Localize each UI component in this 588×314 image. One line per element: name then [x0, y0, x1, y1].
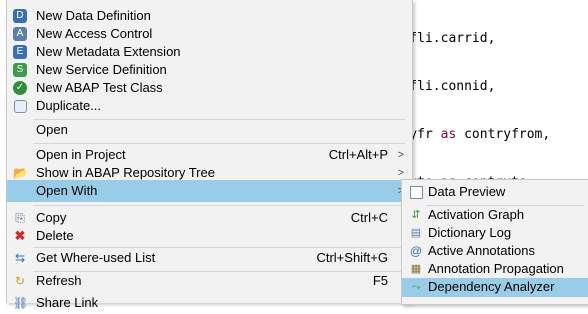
submenu-item-dictionary-log[interactable]: ▤ Dictionary Log — [402, 224, 588, 242]
copy-icon: ⎘ — [15, 211, 25, 225]
menu-item-open[interactable]: Open — [7, 119, 412, 141]
menu-item-duplicate[interactable]: Duplicate... — [7, 95, 412, 117]
annotations-icon: @ — [409, 244, 423, 258]
duplicate-icon — [14, 100, 27, 113]
dictionary-log-icon: ▤ — [410, 227, 422, 239]
submenu-item-annotation-propagation[interactable]: ▦ Annotation Propagation — [402, 260, 588, 278]
refresh-icon: ↻ — [14, 274, 26, 288]
context-menu: D New Data Definition A New Access Contr… — [6, 0, 413, 310]
activation-graph-icon: ⇵ — [411, 209, 421, 221]
annotation-propagation-icon: ▦ — [410, 263, 422, 275]
test-class-icon: ✓ — [13, 81, 27, 95]
metadata-extension-icon: E — [13, 45, 27, 59]
menu-item-share-link[interactable]: ⛓ Share Link — [7, 292, 412, 314]
menu-item-get-where-used-list[interactable]: ⇆ Get Where-used List Ctrl+Shift+G — [7, 247, 412, 269]
menu-item-delete[interactable]: ✖ Delete — [7, 225, 412, 247]
where-used-icon: ⇆ — [14, 251, 26, 265]
data-definition-icon: D — [13, 9, 27, 23]
submenu-item-dependency-analyzer[interactable]: ⤳ Dependency Analyzer — [402, 278, 588, 297]
menu-item-open-with[interactable]: Open With > — [7, 180, 412, 202]
delete-icon: ✖ — [14, 228, 26, 243]
folder-icon: 📂 — [13, 166, 28, 180]
share-link-icon: ⛓ — [13, 296, 29, 310]
submenu-item-data-preview[interactable]: Data Preview — [402, 183, 588, 201]
menu-item-refresh[interactable]: ↻ Refresh F5 — [7, 270, 412, 292]
access-control-icon: A — [13, 27, 27, 41]
menu-separator — [33, 205, 405, 206]
submenu-item-activation-graph[interactable]: ⇵ Activation Graph — [402, 206, 588, 224]
data-preview-icon — [410, 186, 423, 199]
open-with-submenu: Data Preview ⇵ Activation Graph ▤ Dictio… — [401, 179, 588, 305]
service-definition-icon: S — [13, 63, 27, 77]
submenu-item-active-annotations[interactable]: @ Active Annotations — [402, 242, 588, 260]
dependency-analyzer-icon: ⤳ — [411, 281, 421, 293]
